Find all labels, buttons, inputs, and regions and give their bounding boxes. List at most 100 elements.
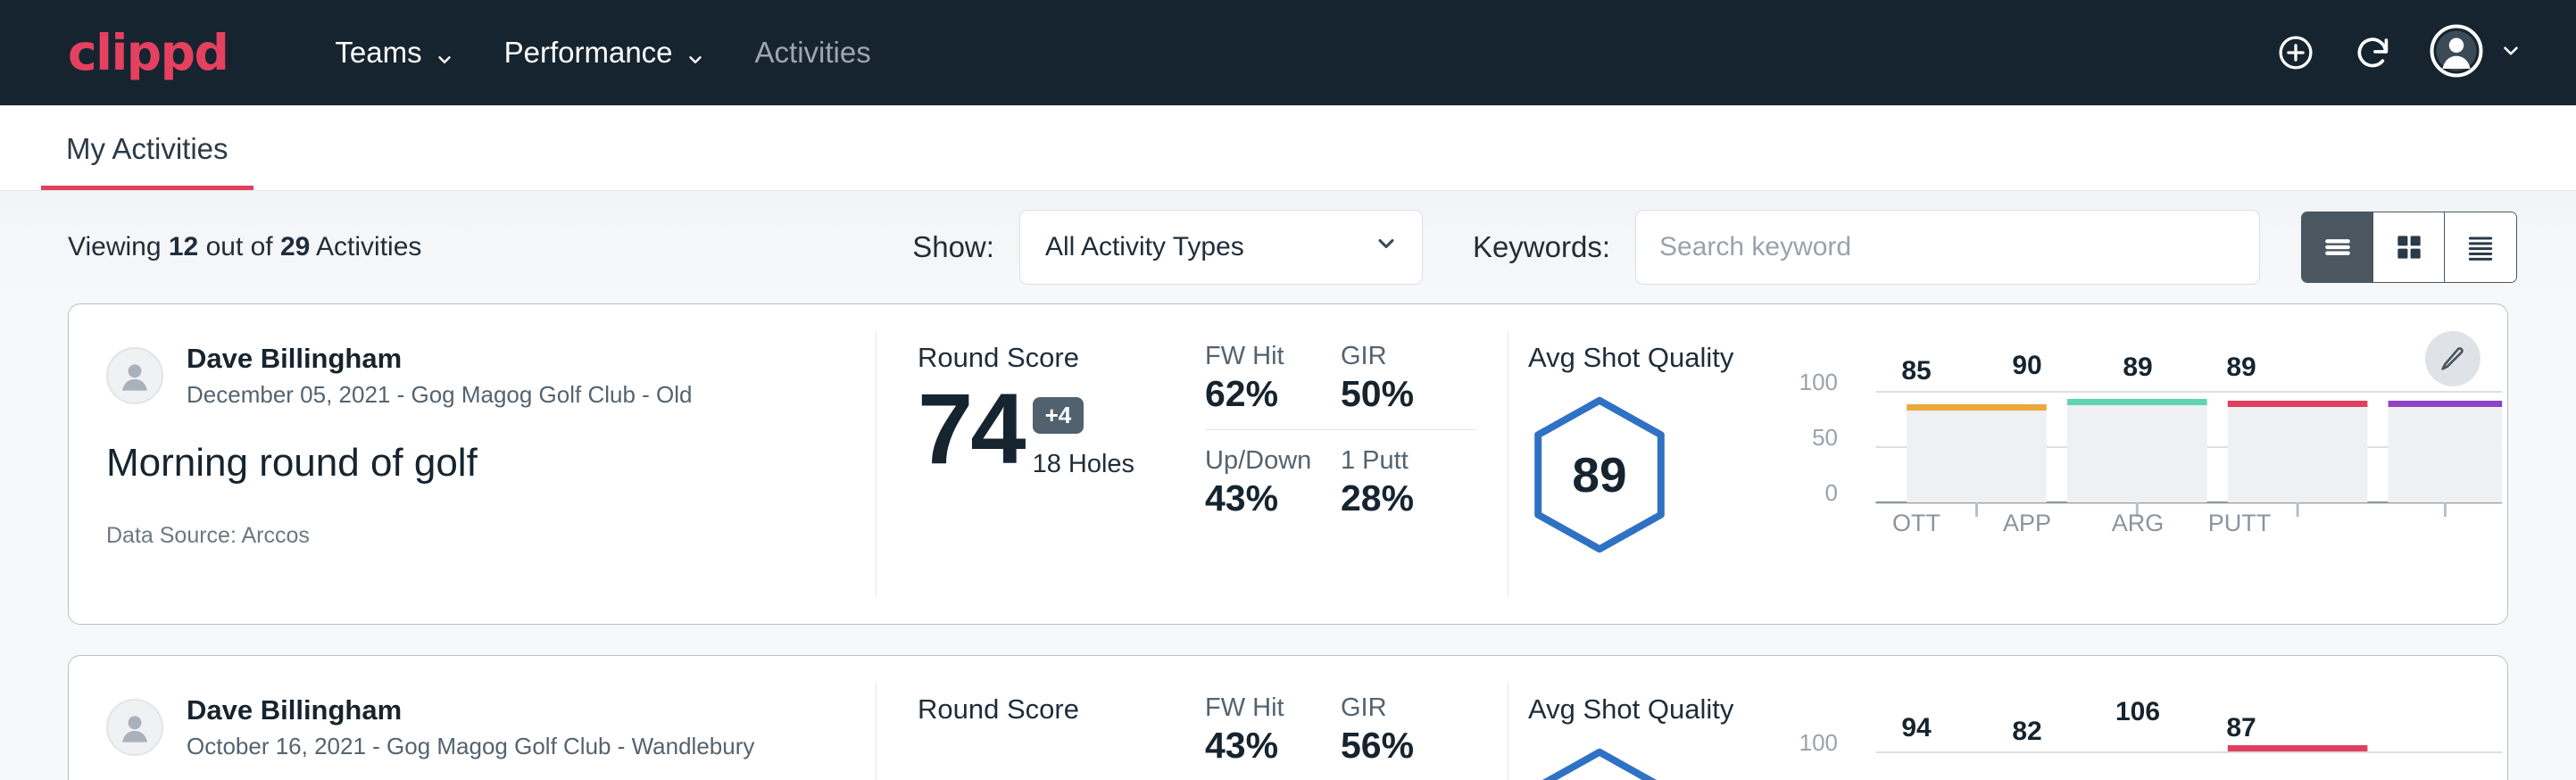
show-label: Show:	[912, 230, 994, 264]
round-score-value: 74	[918, 379, 1024, 479]
activity-title: Morning round of golf	[106, 441, 877, 485]
avg-shot-quality-label: Avg Shot Quality	[1528, 342, 1782, 374]
stat-fw-hit: FW Hit 43%	[1205, 693, 1341, 780]
avatar	[106, 347, 163, 404]
nav-item-teams[interactable]: Teams	[310, 36, 478, 70]
tab-bar: My Activities	[0, 105, 2576, 191]
avg-shot-quality-label: Avg Shot Quality	[1528, 693, 1782, 726]
stat-gir: GIR 56%	[1341, 693, 1476, 780]
quality-hex-column: Avg Shot Quality	[1528, 693, 1782, 780]
stat-label: FW Hit	[1205, 693, 1319, 723]
refresh-icon[interactable]	[2353, 33, 2392, 72]
tab-label: My Activities	[66, 132, 229, 165]
quality-hex-column: Avg Shot Quality 89	[1528, 342, 1782, 624]
view-mode-list-button[interactable]	[2302, 212, 2373, 282]
stat-value: 56%	[1341, 725, 1455, 767]
stat-fw-hit: FW Hit 62%	[1205, 342, 1341, 430]
user-avatar-icon	[2430, 24, 2483, 82]
quality-score-value: 89	[1572, 446, 1626, 503]
view-mode-compact-button[interactable]	[2445, 212, 2516, 282]
view-mode-toggle	[2301, 212, 2517, 283]
round-stats-section: FW Hit 62% GIR 50% Up/Down 43% 1 Putt 28…	[1205, 304, 1473, 624]
player-row: Dave Billingham October 16, 2021 - Gog M…	[106, 693, 877, 762]
stat-gir: GIR 50%	[1341, 342, 1476, 430]
clippd-logo[interactable]: clippd	[68, 29, 228, 78]
viewing-suffix: Activities	[310, 232, 421, 261]
plus-circle-icon[interactable]	[2276, 33, 2315, 72]
bar-chart-svg	[1782, 354, 2507, 560]
round-score-label: Round Score	[918, 342, 1205, 374]
shot-quality-bar-chart: 100 94 82 106 87	[1782, 693, 2507, 780]
chevron-down-icon	[435, 43, 454, 62]
avatar	[106, 699, 163, 756]
chevron-down-icon	[2499, 39, 2522, 67]
activity-data-source: Data Source: Arccos	[106, 523, 877, 549]
tab-my-activities[interactable]: My Activities	[41, 132, 253, 190]
stat-label: GIR	[1341, 693, 1455, 723]
nav-item-label: Performance	[504, 36, 673, 70]
navbar-actions	[2276, 24, 2522, 82]
stat-value: 50%	[1341, 373, 1455, 415]
stat-value: 28%	[1341, 477, 1476, 519]
viewing-prefix: Viewing	[68, 232, 169, 261]
avg-shot-quality-section: Avg Shot Quality 89	[1473, 304, 2507, 624]
pencil-icon	[2439, 344, 2467, 373]
nav-item-performance[interactable]: Performance	[479, 36, 730, 70]
stat-grid: FW Hit 43% GIR 56%	[1205, 693, 1473, 780]
nav-item-activities[interactable]: Activities	[730, 36, 896, 70]
keywords-label: Keywords:	[1473, 230, 1610, 264]
user-menu[interactable]	[2430, 24, 2522, 82]
stat-value: 43%	[1205, 477, 1341, 519]
edit-activity-button[interactable]	[2425, 331, 2480, 386]
bar-chart-svg	[1782, 706, 2507, 780]
round-score-label: Round Score	[918, 693, 1205, 726]
viewing-count-text: Viewing 12 out of 29 Activities	[68, 232, 421, 262]
view-mode-grid-button[interactable]	[2373, 212, 2445, 282]
top-navbar: clippd Teams Performance Activities	[0, 0, 2576, 105]
quality-hexagon: 89	[1528, 394, 1671, 556]
activity-card[interactable]: Dave Billingham December 05, 2021 - Gog …	[68, 303, 2508, 625]
player-info: Dave Billingham October 16, 2021 - Gog M…	[187, 693, 754, 762]
search-input[interactable]	[1635, 210, 2260, 285]
player-name: Dave Billingham	[187, 693, 754, 728]
primary-nav: Teams Performance Activities	[310, 36, 895, 70]
activity-card-header: Dave Billingham October 16, 2021 - Gog M…	[69, 656, 877, 780]
player-name: Dave Billingham	[187, 342, 693, 377]
score-to-par-badge: +4	[1033, 397, 1084, 434]
round-score-section: Round Score	[877, 656, 1205, 780]
round-score-section: Round Score 74 +4 18 Holes	[877, 304, 1205, 624]
stat-value: 62%	[1205, 373, 1319, 415]
stat-value: 43%	[1205, 725, 1319, 767]
chevron-down-icon	[1374, 231, 1399, 263]
viewing-total: 29	[280, 232, 310, 261]
stat-one-putt: 1 Putt 28%	[1341, 446, 1476, 534]
round-score-row: 74 +4 18 Holes	[918, 379, 1205, 479]
round-stats-section: FW Hit 43% GIR 56%	[1205, 656, 1473, 780]
player-row: Dave Billingham December 05, 2021 - Gog …	[106, 342, 877, 411]
activity-meta: December 05, 2021 - Gog Magog Golf Club …	[187, 380, 693, 411]
chevron-down-icon	[686, 43, 705, 62]
activity-card-header: Dave Billingham December 05, 2021 - Gog …	[69, 304, 877, 624]
stat-label: FW Hit	[1205, 342, 1319, 371]
nav-item-label: Activities	[755, 36, 871, 70]
round-score-side: +4 18 Holes	[1033, 379, 1134, 479]
stat-label: 1 Putt	[1341, 446, 1476, 476]
avg-shot-quality-section: Avg Shot Quality 100 94 82 106 87	[1473, 656, 2507, 780]
stat-up-down: Up/Down 43%	[1205, 446, 1341, 534]
activity-card[interactable]: Dave Billingham October 16, 2021 - Gog M…	[68, 655, 2508, 780]
shot-quality-bar-chart: 100 50 0 85 90 89 89 OTT APP ARG PUTT	[1782, 342, 2507, 624]
activity-type-value: All Activity Types	[1045, 232, 1244, 262]
player-info: Dave Billingham December 05, 2021 - Gog …	[187, 342, 693, 411]
stat-label: GIR	[1341, 342, 1455, 371]
stat-label: Up/Down	[1205, 446, 1341, 476]
viewing-count: 12	[169, 232, 198, 261]
holes-played: 18 Holes	[1033, 450, 1134, 479]
activity-meta: October 16, 2021 - Gog Magog Golf Club -…	[187, 732, 754, 762]
activity-type-select[interactable]: All Activity Types	[1019, 210, 1423, 285]
quality-hexagon	[1528, 745, 1671, 780]
viewing-mid: out of	[198, 232, 280, 261]
activity-card-list: Dave Billingham December 05, 2021 - Gog …	[0, 303, 2576, 780]
stat-grid: FW Hit 62% GIR 50% Up/Down 43% 1 Putt 28…	[1205, 342, 1473, 534]
filter-toolbar: Viewing 12 out of 29 Activities Show: Al…	[0, 191, 2576, 303]
nav-item-label: Teams	[335, 36, 421, 70]
